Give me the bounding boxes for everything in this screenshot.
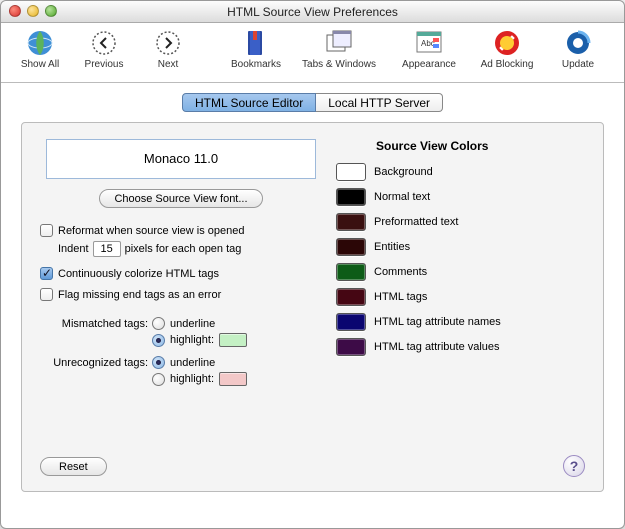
toolbar-ad-blocking[interactable]: Ad Blocking: [471, 27, 543, 70]
minimize-icon[interactable]: [27, 5, 39, 17]
colorwell-normal-text[interactable]: [336, 188, 366, 206]
tabs-windows-icon: [323, 27, 355, 59]
colorwell-attr-values[interactable]: [336, 338, 366, 356]
toolbar-tabs-windows[interactable]: Tabs & Windows: [291, 27, 387, 70]
label-color-background: Background: [374, 166, 433, 178]
toolbar-label: Previous: [85, 59, 124, 70]
update-icon: [562, 27, 594, 59]
window-title: HTML Source View Preferences: [8, 5, 617, 19]
label-color-entities: Entities: [374, 241, 410, 253]
font-display: Monaco 11.0: [46, 139, 316, 179]
globe-icon: [24, 27, 56, 59]
toolbar-appearance[interactable]: Abc Appearance: [393, 27, 465, 70]
indent-input[interactable]: [93, 241, 121, 257]
label-color-attrvalues: HTML tag attribute values: [374, 341, 500, 353]
checkbox-flag-missing[interactable]: [40, 288, 53, 301]
label-highlight: highlight:: [170, 373, 214, 385]
toolbar-bookmarks[interactable]: Bookmarks: [227, 27, 285, 70]
appearance-icon: Abc: [413, 27, 445, 59]
toolbar-label: Tabs & Windows: [302, 59, 376, 70]
close-icon[interactable]: [9, 5, 21, 17]
toolbar-label: Next: [158, 59, 179, 70]
arrow-right-icon: [152, 27, 184, 59]
radio-unrecognized-highlight[interactable]: [152, 373, 165, 386]
toolbar-label: Bookmarks: [231, 59, 281, 70]
label-color-normal: Normal text: [374, 191, 430, 203]
reset-button[interactable]: Reset: [40, 457, 107, 476]
label-reformat: Reformat when source view is opened: [58, 225, 244, 237]
label-color-htmltags: HTML tags: [374, 291, 427, 303]
toolbar-label: Update: [562, 59, 594, 70]
svg-text:Abc: Abc: [421, 39, 435, 48]
arrow-left-icon: [88, 27, 120, 59]
label-highlight: highlight:: [170, 334, 214, 346]
label-flag-missing: Flag missing end tags as an error: [58, 289, 221, 301]
colorwell-comments[interactable]: [336, 263, 366, 281]
toolbar-label: Ad Blocking: [481, 59, 534, 70]
radio-mismatched-highlight[interactable]: [152, 334, 165, 347]
zoom-icon[interactable]: [45, 5, 57, 17]
toolbar-previous[interactable]: Previous: [75, 27, 133, 70]
label-mismatched: Mismatched tags:: [36, 318, 148, 330]
label-indent-suffix: pixels for each open tag: [125, 243, 242, 255]
radio-unrecognized-underline[interactable]: [152, 356, 165, 369]
label-colorize: Continuously colorize HTML tags: [58, 268, 219, 280]
label-underline: underline: [170, 318, 215, 330]
label-underline: underline: [170, 357, 215, 369]
toolbar-label: Show All: [21, 59, 59, 70]
label-color-preformatted: Preformatted text: [374, 216, 458, 228]
swatch-mismatched[interactable]: [219, 333, 247, 347]
colorwell-html-tags[interactable]: [336, 288, 366, 306]
checkbox-colorize[interactable]: [40, 267, 53, 280]
label-color-comments: Comments: [374, 266, 427, 278]
label-unrecognized: Unrecognized tags:: [36, 351, 148, 369]
colorwell-background[interactable]: [336, 163, 366, 181]
toolbar-update[interactable]: Update: [549, 27, 607, 70]
help-button[interactable]: ?: [563, 455, 585, 477]
label-color-attrnames: HTML tag attribute names: [374, 316, 501, 328]
tab-local-http-server[interactable]: Local HTTP Server: [316, 93, 443, 112]
label-indent-prefix: Indent: [58, 243, 89, 255]
swatch-unrecognized[interactable]: [219, 372, 247, 386]
toolbar-label: Appearance: [402, 59, 456, 70]
radio-mismatched-underline[interactable]: [152, 317, 165, 330]
heading-source-view-colors: Source View Colors: [376, 139, 589, 153]
colorwell-attr-names[interactable]: [336, 313, 366, 331]
colorwell-preformatted-text[interactable]: [336, 213, 366, 231]
checkbox-reformat[interactable]: [40, 224, 53, 237]
colorwell-entities[interactable]: [336, 238, 366, 256]
book-icon: [240, 27, 272, 59]
ad-blocking-icon: [491, 27, 523, 59]
tab-html-source-editor[interactable]: HTML Source Editor: [182, 93, 316, 112]
choose-font-button[interactable]: Choose Source View font...: [99, 189, 262, 208]
toolbar-next[interactable]: Next: [139, 27, 197, 70]
toolbar-show-all[interactable]: Show All: [11, 27, 69, 70]
